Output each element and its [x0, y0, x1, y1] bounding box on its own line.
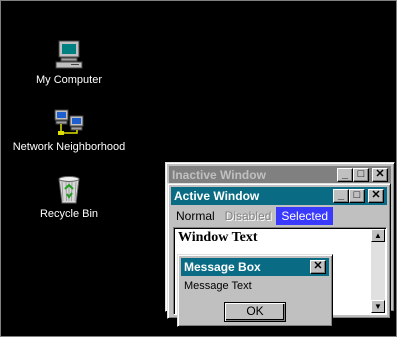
- close-button[interactable]: ✕: [372, 168, 388, 182]
- minimize-button[interactable]: _: [333, 189, 349, 203]
- desktop-icon-label: Recycle Bin: [39, 208, 99, 220]
- close-button[interactable]: ✕: [310, 260, 326, 274]
- desktop: My Computer Network Neighborhood Recycle…: [0, 0, 397, 337]
- minimize-icon: _: [341, 168, 349, 180]
- desktop-icon-network-neighborhood[interactable]: Network Neighborhood: [4, 106, 134, 153]
- maximize-button[interactable]: □: [349, 189, 365, 203]
- message-box[interactable]: Message Box ✕ Message Text OK: [177, 254, 333, 327]
- ok-button[interactable]: OK: [224, 302, 286, 322]
- message-box-titlebar[interactable]: Message Box ✕: [181, 258, 329, 276]
- desktop-icon-recycle-bin[interactable]: Recycle Bin: [4, 173, 134, 220]
- message-text: Message Text: [184, 280, 252, 292]
- menu-item-selected[interactable]: Selected: [276, 207, 334, 225]
- minimize-icon: _: [337, 189, 345, 201]
- desktop-icon-label: Network Neighborhood: [12, 141, 126, 153]
- message-box-title: Message Box: [184, 260, 261, 274]
- window-text: Window Text: [178, 230, 258, 245]
- scroll-up-icon: ▲: [374, 231, 382, 240]
- maximize-button[interactable]: □: [353, 168, 369, 182]
- desktop-icon-my-computer[interactable]: My Computer: [4, 39, 134, 86]
- scroll-down-button[interactable]: ▼: [371, 300, 385, 313]
- close-button[interactable]: ✕: [368, 189, 384, 203]
- menu-bar: Normal Disabled Selected: [171, 207, 387, 225]
- network-neighborhood-icon: [54, 109, 84, 135]
- maximize-icon: □: [353, 189, 361, 201]
- my-computer-icon: [55, 40, 83, 69]
- menu-item-disabled: Disabled: [224, 209, 272, 223]
- desktop-icon-label: My Computer: [35, 74, 103, 86]
- scroll-down-icon: ▼: [374, 302, 382, 311]
- close-icon: ✕: [313, 260, 323, 272]
- vertical-scrollbar[interactable]: ▲ ▼: [371, 229, 385, 313]
- active-window-title: Active Window: [174, 189, 260, 203]
- minimize-button[interactable]: _: [337, 168, 353, 182]
- active-window-titlebar[interactable]: Active Window _ □ ✕: [171, 187, 387, 205]
- menu-item-normal[interactable]: Normal: [171, 207, 220, 225]
- recycle-bin-icon: [58, 176, 80, 204]
- scroll-up-button[interactable]: ▲: [371, 229, 385, 242]
- close-icon: ✕: [375, 168, 385, 180]
- inactive-window-title: Inactive Window: [172, 168, 266, 182]
- close-icon: ✕: [371, 189, 381, 201]
- inactive-window-titlebar[interactable]: Inactive Window _ □ ✕: [169, 166, 391, 184]
- maximize-icon: □: [357, 168, 365, 180]
